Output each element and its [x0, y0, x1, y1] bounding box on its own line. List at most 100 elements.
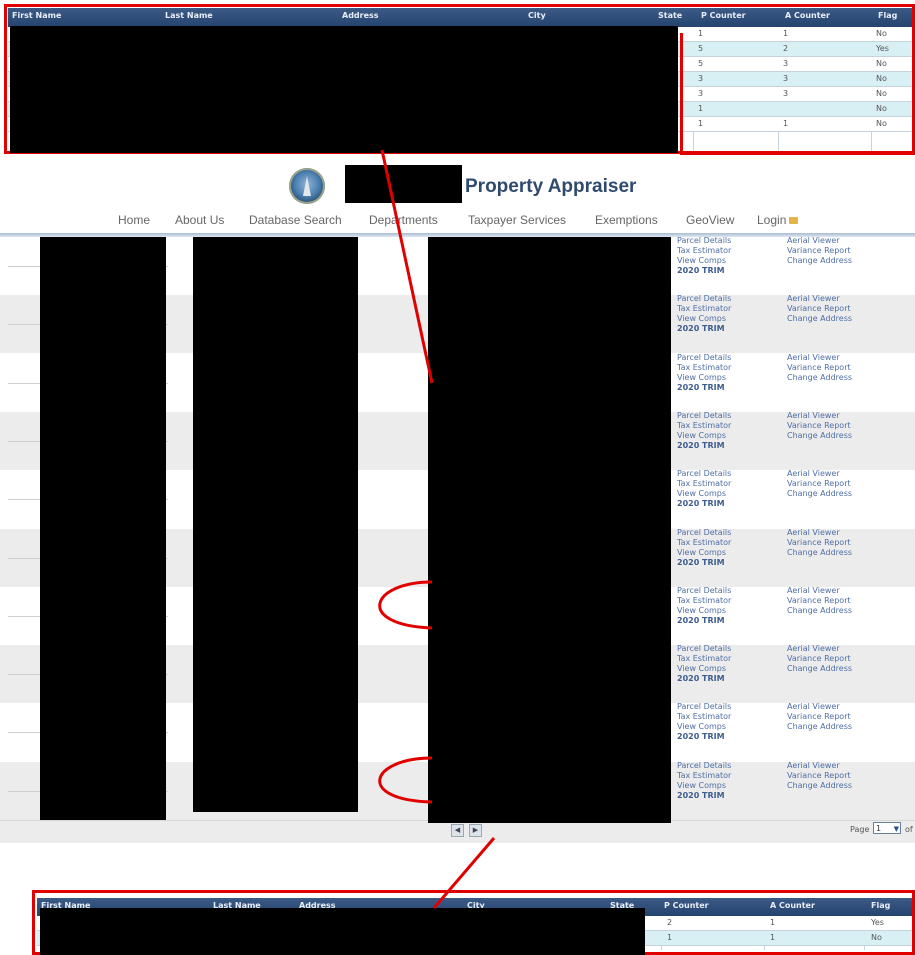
aerial-viewer-link[interactable]: Aerial Viewer [787, 294, 852, 304]
variance-report-link[interactable]: Variance Report [787, 771, 852, 781]
trim-link[interactable]: 2020 TRIM [677, 558, 731, 568]
parcel-details-link[interactable]: Parcel Details [677, 411, 731, 421]
view-comps-link[interactable]: View Comps [677, 256, 731, 266]
view-comps-link[interactable]: View Comps [677, 548, 731, 558]
aerial-viewer-link[interactable]: Aerial Viewer [787, 353, 852, 363]
change-address-link[interactable]: Change Address [787, 781, 852, 791]
parcel-details-link[interactable]: Parcel Details [677, 528, 731, 538]
aerial-viewer-link[interactable]: Aerial Viewer [787, 586, 852, 596]
change-address-link[interactable]: Change Address [787, 489, 852, 499]
trim-link[interactable]: 2020 TRIM [677, 674, 731, 684]
tool-links: Aerial Viewer Variance Report Change Addre… [787, 236, 852, 266]
aerial-viewer-link[interactable]: Aerial Viewer [787, 411, 852, 421]
nav-login[interactable]: Login [757, 213, 799, 227]
aerial-viewer-link[interactable]: Aerial Viewer [787, 236, 852, 246]
tax-estimator-link[interactable]: Tax Estimator [677, 421, 731, 431]
nav-taxpayer-services[interactable]: Taxpayer Services [468, 213, 566, 227]
variance-report-link[interactable]: Variance Report [787, 421, 852, 431]
nav-geoview[interactable]: GeoView [686, 213, 734, 227]
trim-link[interactable]: 2020 TRIM [677, 383, 731, 393]
tax-estimator-link[interactable]: Tax Estimator [677, 654, 731, 664]
nav-database-search[interactable]: Database Search [249, 213, 342, 227]
aerial-viewer-link[interactable]: Aerial Viewer [787, 644, 852, 654]
variance-report-link[interactable]: Variance Report [787, 246, 852, 256]
tax-estimator-link[interactable]: Tax Estimator [677, 304, 731, 314]
change-address-link[interactable]: Change Address [787, 373, 852, 383]
nav-departments[interactable]: Departments [369, 213, 438, 227]
aerial-viewer-link[interactable]: Aerial Viewer [787, 528, 852, 538]
parcel-details-link[interactable]: Parcel Details [677, 586, 731, 596]
trim-link[interactable]: 2020 TRIM [677, 732, 731, 742]
parcel-links: Parcel Details Tax Estimator View Comps 202… [677, 644, 731, 684]
county-seal-icon[interactable] [289, 168, 325, 204]
tax-estimator-link[interactable]: Tax Estimator [677, 771, 731, 781]
parcel-details-link[interactable]: Parcel Details [677, 294, 731, 304]
variance-report-link[interactable]: Variance Report [787, 363, 852, 373]
first-page-icon[interactable]: ◀ [451, 824, 464, 837]
tool-links: Aerial Viewer Variance Report Change Addre… [787, 644, 852, 674]
parcel-details-link[interactable]: Parcel Details [677, 702, 731, 712]
aerial-viewer-link[interactable]: Aerial Viewer [787, 469, 852, 479]
variance-report-link[interactable]: Variance Report [787, 304, 852, 314]
variance-report-link[interactable]: Variance Report [787, 538, 852, 548]
tax-estimator-link[interactable]: Tax Estimator [677, 246, 731, 256]
redaction-block [40, 908, 645, 955]
tax-estimator-link[interactable]: Tax Estimator [677, 363, 731, 373]
parcel-links: Parcel Details Tax Estimator View Comps 202… [677, 761, 731, 801]
page-of-label: of [905, 825, 913, 834]
tool-links: Aerial Viewer Variance Report Change Addre… [787, 411, 852, 441]
parcel-details-link[interactable]: Parcel Details [677, 644, 731, 654]
nav-home[interactable]: Home [118, 213, 150, 227]
trim-link[interactable]: 2020 TRIM [677, 266, 731, 276]
tax-estimator-link[interactable]: Tax Estimator [677, 538, 731, 548]
aerial-viewer-link[interactable]: Aerial Viewer [787, 761, 852, 771]
parcel-details-link[interactable]: Parcel Details [677, 353, 731, 363]
tool-links: Aerial Viewer Variance Report Change Addre… [787, 353, 852, 383]
variance-report-link[interactable]: Variance Report [787, 596, 852, 606]
tax-estimator-link[interactable]: Tax Estimator [677, 712, 731, 722]
variance-report-link[interactable]: Variance Report [787, 479, 852, 489]
tax-estimator-link[interactable]: Tax Estimator [677, 596, 731, 606]
parcel-links: Parcel Details Tax Estimator View Comps 202… [677, 294, 731, 334]
nav-login-label[interactable]: Login [757, 213, 786, 227]
parcel-links: Parcel Details Tax Estimator View Comps 202… [677, 469, 731, 509]
parcel-details-link[interactable]: Parcel Details [677, 236, 731, 246]
page-select[interactable]: 1 [873, 822, 901, 835]
view-comps-link[interactable]: View Comps [677, 664, 731, 674]
view-comps-link[interactable]: View Comps [677, 431, 731, 441]
change-address-link[interactable]: Change Address [787, 314, 852, 324]
change-address-link[interactable]: Change Address [787, 431, 852, 441]
tool-links: Aerial Viewer Variance Report Change Addre… [787, 586, 852, 616]
nav-about-us[interactable]: About Us [175, 213, 224, 227]
view-comps-link[interactable]: View Comps [677, 489, 731, 499]
trim-link[interactable]: 2020 TRIM [677, 499, 731, 509]
trim-link[interactable]: 2020 TRIM [677, 791, 731, 801]
parcel-details-link[interactable]: Parcel Details [677, 469, 731, 479]
variance-report-link[interactable]: Variance Report [787, 654, 852, 664]
view-comps-link[interactable]: View Comps [677, 781, 731, 791]
view-comps-link[interactable]: View Comps [677, 722, 731, 732]
trim-link[interactable]: 2020 TRIM [677, 616, 731, 626]
tool-links: Aerial Viewer Variance Report Change Addre… [787, 761, 852, 791]
trim-link[interactable]: 2020 TRIM [677, 441, 731, 451]
change-address-link[interactable]: Change Address [787, 722, 852, 732]
parcel-details-link[interactable]: Parcel Details [677, 761, 731, 771]
tool-links: Aerial Viewer Variance Report Change Addre… [787, 294, 852, 324]
tax-estimator-link[interactable]: Tax Estimator [677, 479, 731, 489]
site-title[interactable]: Property Appraiser [465, 176, 636, 198]
change-address-link[interactable]: Change Address [787, 606, 852, 616]
page-label: Page [850, 825, 870, 834]
aerial-viewer-link[interactable]: Aerial Viewer [787, 702, 852, 712]
view-comps-link[interactable]: View Comps [677, 314, 731, 324]
view-comps-link[interactable]: View Comps [677, 373, 731, 383]
change-address-link[interactable]: Change Address [787, 548, 852, 558]
trim-link[interactable]: 2020 TRIM [677, 324, 731, 334]
change-address-link[interactable]: Change Address [787, 664, 852, 674]
change-address-link[interactable]: Change Address [787, 256, 852, 266]
variance-report-link[interactable]: Variance Report [787, 712, 852, 722]
nav-exemptions[interactable]: Exemptions [595, 213, 658, 227]
next-page-icon[interactable]: ▶ [469, 824, 482, 837]
redaction-block [428, 237, 671, 823]
redaction-block [193, 237, 358, 812]
view-comps-link[interactable]: View Comps [677, 606, 731, 616]
